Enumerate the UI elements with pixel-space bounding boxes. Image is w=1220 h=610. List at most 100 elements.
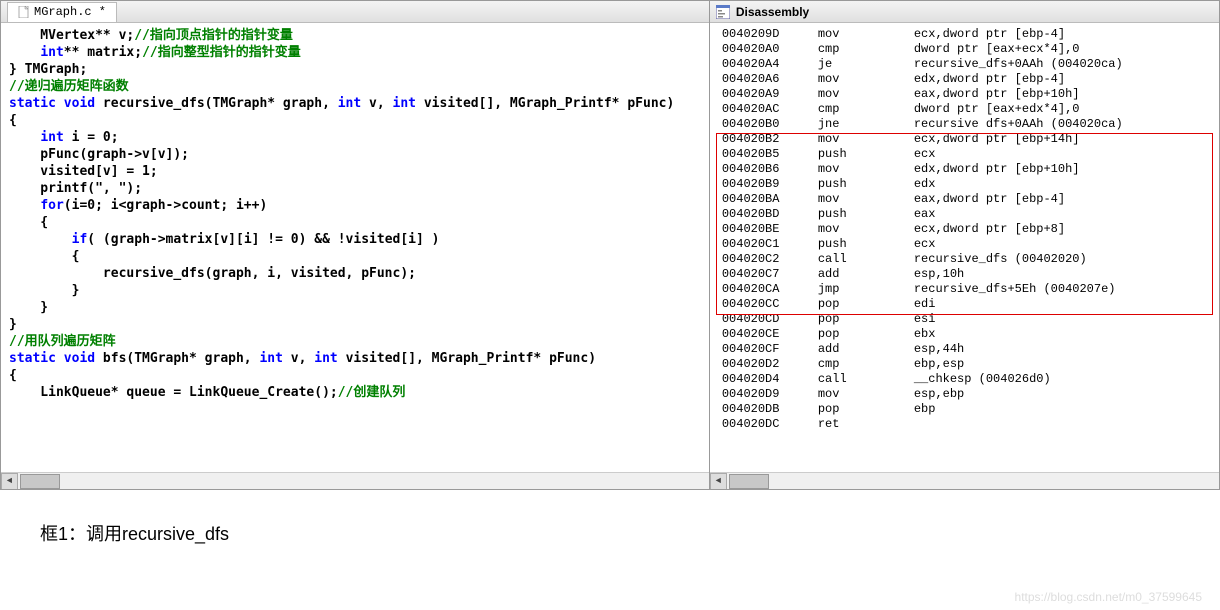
code-line: }	[9, 316, 701, 333]
code-line: LinkQueue* queue = LinkQueue_Create();//…	[9, 384, 701, 401]
disassembly-line: 004020C2callrecursive_dfs (00402020)	[710, 252, 1219, 267]
code-line: pFunc(graph->v[v]);	[9, 146, 701, 163]
disassembly-line: 004020ACcmpdword ptr [eax+edx*4],0	[710, 102, 1219, 117]
scroll-left-arrow-icon[interactable]: ◄	[710, 473, 727, 490]
code-token: static void	[9, 351, 95, 366]
code-token: }	[9, 300, 48, 315]
mnemonic: push	[818, 207, 914, 222]
address: 004020DB	[722, 402, 818, 417]
code-line: printf(", ");	[9, 180, 701, 197]
disassembly-line: 004020DBpopebp	[710, 402, 1219, 417]
tab-mgraph-c[interactable]: MGraph.c *	[7, 2, 117, 22]
code-line: for(i=0; i<graph->count; i++)	[9, 197, 701, 214]
address: 004020CC	[722, 297, 818, 312]
mnemonic: mov	[818, 387, 914, 402]
address: 004020CE	[722, 327, 818, 342]
operands: eax	[914, 207, 1207, 222]
operands: dword ptr [eax+ecx*4],0	[914, 42, 1207, 57]
address: 004020AC	[722, 102, 818, 117]
disassembly-window-icon	[716, 5, 730, 19]
code-line: {	[9, 214, 701, 231]
disassembly-line: 004020CCpopedi	[710, 297, 1219, 312]
disassembly-line: 004020C7addesp,10h	[710, 267, 1219, 282]
address: 004020B9	[722, 177, 818, 192]
operands: ecx	[914, 147, 1207, 162]
disassembly-title-label: Disassembly	[736, 5, 809, 19]
address: 0040209D	[722, 27, 818, 42]
mnemonic: mov	[818, 192, 914, 207]
code-token: {	[9, 249, 79, 264]
code-token: }	[9, 317, 17, 332]
code-token: for	[40, 198, 63, 213]
code-token: //创建队列	[338, 385, 406, 400]
mnemonic: add	[818, 267, 914, 282]
code-token: recursive_dfs(graph, i, visited, pFunc);	[9, 266, 416, 281]
code-token: v,	[361, 96, 392, 111]
disassembly-line: 004020D4call__chkesp (004026d0)	[710, 372, 1219, 387]
address: 004020B6	[722, 162, 818, 177]
address: 004020D4	[722, 372, 818, 387]
code-line: }	[9, 299, 701, 316]
disassembly-line: 004020CEpopebx	[710, 327, 1219, 342]
figure-caption: 框1：调用recursive_dfs	[40, 520, 1220, 546]
code-line: {	[9, 367, 701, 384]
editor-tab-bar: MGraph.c *	[1, 1, 709, 23]
horizontal-scrollbar[interactable]: ◄	[710, 472, 1219, 489]
watermark: https://blog.csdn.net/m0_37599645	[1015, 590, 1202, 604]
address: 004020A6	[722, 72, 818, 87]
source-code-viewer[interactable]: MVertex** v;//指向顶点指针的指针变量 int** matrix;/…	[1, 23, 709, 472]
operands: ebp,esp	[914, 357, 1207, 372]
disassembly-line: 004020A6movedx,dword ptr [ebp-4]	[710, 72, 1219, 87]
code-line: //递归遍历矩阵函数	[9, 78, 701, 95]
disassembly-line: 004020DCret	[710, 417, 1219, 432]
operands: edx	[914, 177, 1207, 192]
code-line: if( (graph->matrix[v][i] != 0) && !visit…	[9, 231, 701, 248]
mnemonic: pop	[818, 297, 914, 312]
scroll-left-arrow-icon[interactable]: ◄	[1, 473, 18, 490]
scroll-thumb[interactable]	[729, 474, 769, 489]
mnemonic: cmp	[818, 102, 914, 117]
code-token: //指向整型指针的指针变量	[142, 45, 301, 60]
operands: recursive_dfs+0AAh (004020ca)	[914, 57, 1207, 72]
operands	[914, 417, 1207, 432]
address: 004020B5	[722, 147, 818, 162]
code-line: int i = 0;	[9, 129, 701, 146]
disassembly-pane: Disassembly 0040209Dmovecx,dword ptr [eb…	[710, 1, 1219, 489]
code-token	[9, 198, 40, 213]
operands: edx,dword ptr [ebp-4]	[914, 72, 1207, 87]
disassembly-line: 004020BDpusheax	[710, 207, 1219, 222]
disassembly-line: 004020CFaddesp,44h	[710, 342, 1219, 357]
code-token: //用队列遍历矩阵	[9, 334, 116, 349]
code-token: //递归遍历矩阵函数	[9, 79, 129, 94]
operands: dword ptr [eax+edx*4],0	[914, 102, 1207, 117]
code-token: pFunc(graph->v[v]);	[9, 147, 189, 162]
code-line: //用队列遍历矩阵	[9, 333, 701, 350]
disassembly-line: 004020B2movecx,dword ptr [ebp+14h]	[710, 132, 1219, 147]
horizontal-scrollbar[interactable]: ◄	[1, 472, 709, 489]
disassembly-listing[interactable]: 0040209D mov ecx,dword ptr [ebp-4] 004020A0…	[710, 23, 1219, 472]
mnemonic: cmp	[818, 42, 914, 57]
operands: eax,dword ptr [ebp-4]	[914, 192, 1207, 207]
scroll-thumb[interactable]	[20, 474, 60, 489]
code-token: printf(", ");	[9, 181, 142, 196]
address: 004020A0	[722, 42, 818, 57]
operands: ecx	[914, 237, 1207, 252]
code-line: {	[9, 248, 701, 265]
mnemonic: jmp	[818, 282, 914, 297]
code-token: } TMGraph;	[9, 62, 87, 77]
code-line: static void recursive_dfs(TMGraph* graph…	[9, 95, 701, 112]
disassembly-line: 004020B9pushedx	[710, 177, 1219, 192]
mnemonic: mov	[818, 162, 914, 177]
operands: ecx,dword ptr [ebp-4]	[914, 27, 1207, 42]
operands: ecx,dword ptr [ebp+8]	[914, 222, 1207, 237]
code-line: }	[9, 282, 701, 299]
code-token: {	[9, 215, 48, 230]
address: 004020B0	[722, 117, 818, 132]
address: 004020BE	[722, 222, 818, 237]
code-token: {	[9, 113, 17, 128]
address: 004020C7	[722, 267, 818, 282]
disassembly-line: 004020D2cmpebp,esp	[710, 357, 1219, 372]
operands: edi	[914, 297, 1207, 312]
code-token: ( (graph->matrix[v][i] != 0) && !visited…	[87, 232, 439, 247]
mnemonic: mov	[818, 222, 914, 237]
